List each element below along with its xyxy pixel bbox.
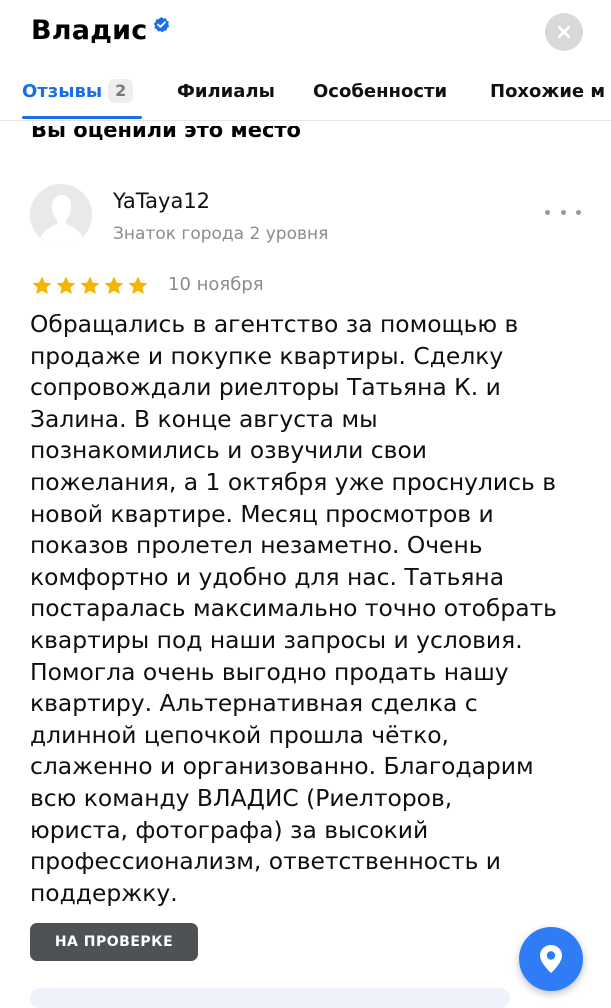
- more-options-button[interactable]: [545, 200, 581, 224]
- rated-heading: Вы оценили это место: [31, 126, 531, 148]
- tab-branches[interactable]: Филиалы: [177, 70, 275, 117]
- review-author-name[interactable]: YaTaya12: [113, 188, 210, 214]
- star-icon: [104, 276, 124, 295]
- active-tab-indicator: [22, 116, 142, 119]
- status-badge: НА ПРОВЕРКЕ: [30, 923, 198, 961]
- verified-check-icon: [153, 17, 169, 33]
- tab-similar[interactable]: Похожие м: [490, 70, 605, 117]
- place-title: Владис: [31, 15, 148, 46]
- review-text-line: комфортно и удобно для нас. Татьяна: [30, 562, 505, 591]
- place-header: Владис: [0, 0, 611, 64]
- review-text-line: пожелания, а 1 октября уже проснулись в: [30, 467, 556, 496]
- review-text-line: профессионализм, ответственность и: [30, 847, 502, 876]
- close-button[interactable]: [545, 13, 583, 51]
- title-wrap: Владис: [31, 14, 170, 48]
- next-card-edge: [30, 988, 510, 1008]
- close-icon: [557, 25, 571, 39]
- star-icon: [56, 276, 76, 295]
- review-text-line: показов пролетел незаметно. Очень: [30, 531, 483, 560]
- author-level: Знаток города 2 уровня: [113, 224, 329, 244]
- star-icon: [128, 276, 148, 295]
- location-pin-icon: [540, 945, 562, 973]
- tab-reviews[interactable]: Отзывы 2: [22, 70, 134, 117]
- rating-stars: [30, 274, 150, 298]
- star-icon: [32, 276, 52, 295]
- review-date: 10 ноября: [168, 274, 264, 295]
- review-text-line: длинной цепочкой прошла чётко,: [30, 720, 449, 749]
- review-text-line: всю команду ВЛАДИС (Риелторов,: [30, 783, 453, 812]
- more-dots-icon: [576, 209, 581, 215]
- avatar[interactable]: [30, 184, 92, 246]
- review-text: Обращались в агентство за помощью в прода…: [30, 309, 590, 909]
- review-text-line: Обращались в агентство за помощью в: [30, 310, 519, 338]
- more-dots-icon: [545, 209, 550, 215]
- review-text-line: Залина. В конце августа мы: [30, 404, 378, 433]
- review-text-line: продаже и покупке квартиры. Сделку: [30, 341, 504, 370]
- review-text-line: юриста, фотографа) за высокий: [30, 815, 429, 844]
- tab-features[interactable]: Особенности: [313, 70, 447, 117]
- review-text-line: познакомились и озвучили свои: [30, 436, 427, 465]
- location-button[interactable]: [519, 927, 583, 991]
- tab-reviews-label: Отзывы: [22, 81, 103, 102]
- review-text-line: квартиру. Альтернативная сделка с: [30, 689, 478, 718]
- review-text-line: квартиры под наши запросы и условия.: [30, 625, 523, 654]
- user-silhouette-icon: [30, 184, 92, 246]
- review-text-line: слаженно и организованно. Благодарим: [30, 752, 534, 781]
- review-text-line: новой квартире. Месяц просмотров и: [30, 499, 494, 528]
- tabs-bar: Отзывы 2 Филиалы Особенности Похожие м: [0, 70, 611, 121]
- more-dots-icon: [560, 209, 566, 215]
- reviews-count-badge: 2: [108, 79, 134, 103]
- review-text-line: поддержку.: [30, 878, 178, 907]
- rated-heading-text: Вы оценили это место: [31, 126, 301, 142]
- review-text-line: Помогла очень выгодно продать нашу: [30, 657, 509, 686]
- review-text-line: постаралась максимально точно отобрать: [30, 594, 557, 623]
- star-icon: [80, 276, 100, 295]
- review-text-line: сопровождали риелторы Татьяна К. и: [30, 373, 501, 402]
